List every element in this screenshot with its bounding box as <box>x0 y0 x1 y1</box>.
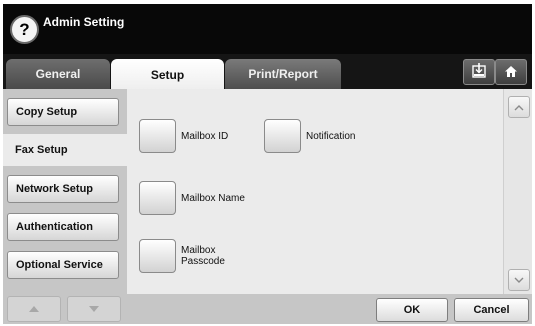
chevron-down-icon <box>514 277 524 283</box>
sidebar-up-button[interactable] <box>7 296 61 322</box>
home-icon <box>505 66 517 77</box>
save-to-tray-icon <box>472 63 486 78</box>
scroll-down-button[interactable] <box>508 269 530 291</box>
sidebar-paging <box>7 296 123 322</box>
sidebar-item-label: Optional Service <box>16 259 103 271</box>
sidebar-item-network-setup[interactable]: Network Setup <box>7 175 119 203</box>
ok-button[interactable]: OK <box>376 298 448 322</box>
sidebar-item-fax-setup[interactable]: Fax Setup <box>3 134 127 166</box>
sidebar: Copy Setup Fax Setup Network Setup Authe… <box>3 89 127 324</box>
sidebar-item-label: Fax Setup <box>15 144 68 156</box>
help-button[interactable]: ? <box>10 15 39 44</box>
sidebar-down-button[interactable] <box>67 296 121 322</box>
question-mark-icon: ? <box>19 20 30 39</box>
cancel-button-label: Cancel <box>473 304 510 316</box>
tab-bar: General Setup Print/Report <box>3 54 532 90</box>
sidebar-item-copy-setup[interactable]: Copy Setup <box>7 98 119 126</box>
mailbox-passcode-label-line2: Passcode <box>181 256 225 267</box>
vertical-scrollbar[interactable] <box>503 89 532 294</box>
home-button[interactable] <box>495 59 527 85</box>
mailbox-name-label: Mailbox Name <box>181 193 245 204</box>
tab-print-report[interactable]: Print/Report <box>225 59 341 89</box>
admin-setting-window: ? Admin Setting General Setup Print/Repo… <box>3 4 532 324</box>
scroll-up-button[interactable] <box>508 96 530 118</box>
save-to-tray-button[interactable] <box>463 59 495 85</box>
title-bar: ? Admin Setting <box>3 4 532 54</box>
mailbox-passcode-label: Mailbox Passcode <box>181 245 225 267</box>
ok-button-label: OK <box>403 304 421 316</box>
sidebar-item-optional-service[interactable]: Optional Service <box>7 251 119 279</box>
window-title: Admin Setting <box>43 15 125 29</box>
tab-setup[interactable]: Setup <box>111 59 224 90</box>
triangle-up-icon <box>29 306 39 312</box>
mailbox-id-button[interactable] <box>139 119 176 153</box>
notification-label: Notification <box>306 131 356 142</box>
sidebar-item-label: Authentication <box>16 221 93 233</box>
mailbox-passcode-button[interactable] <box>139 239 176 273</box>
chevron-up-icon <box>514 104 524 110</box>
tab-general[interactable]: General <box>6 59 110 89</box>
mailbox-name-button[interactable] <box>139 181 176 215</box>
sidebar-item-authentication[interactable]: Authentication <box>7 213 119 241</box>
fax-setup-panel: Mailbox ID Notification Mailbox Name Mai… <box>127 89 503 294</box>
tab-label: Print/Report <box>248 67 318 81</box>
tab-label: Setup <box>150 67 185 82</box>
triangle-down-icon <box>89 306 99 312</box>
mailbox-id-label: Mailbox ID <box>181 131 229 142</box>
action-bar: OK Cancel <box>127 294 532 324</box>
notification-button[interactable] <box>264 119 301 153</box>
mailbox-passcode-label-line1: Mailbox <box>181 245 216 256</box>
sidebar-item-label: Network Setup <box>16 183 94 195</box>
cancel-button[interactable]: Cancel <box>454 298 529 322</box>
tab-label: General <box>35 67 81 81</box>
sidebar-item-label: Copy Setup <box>16 106 78 118</box>
